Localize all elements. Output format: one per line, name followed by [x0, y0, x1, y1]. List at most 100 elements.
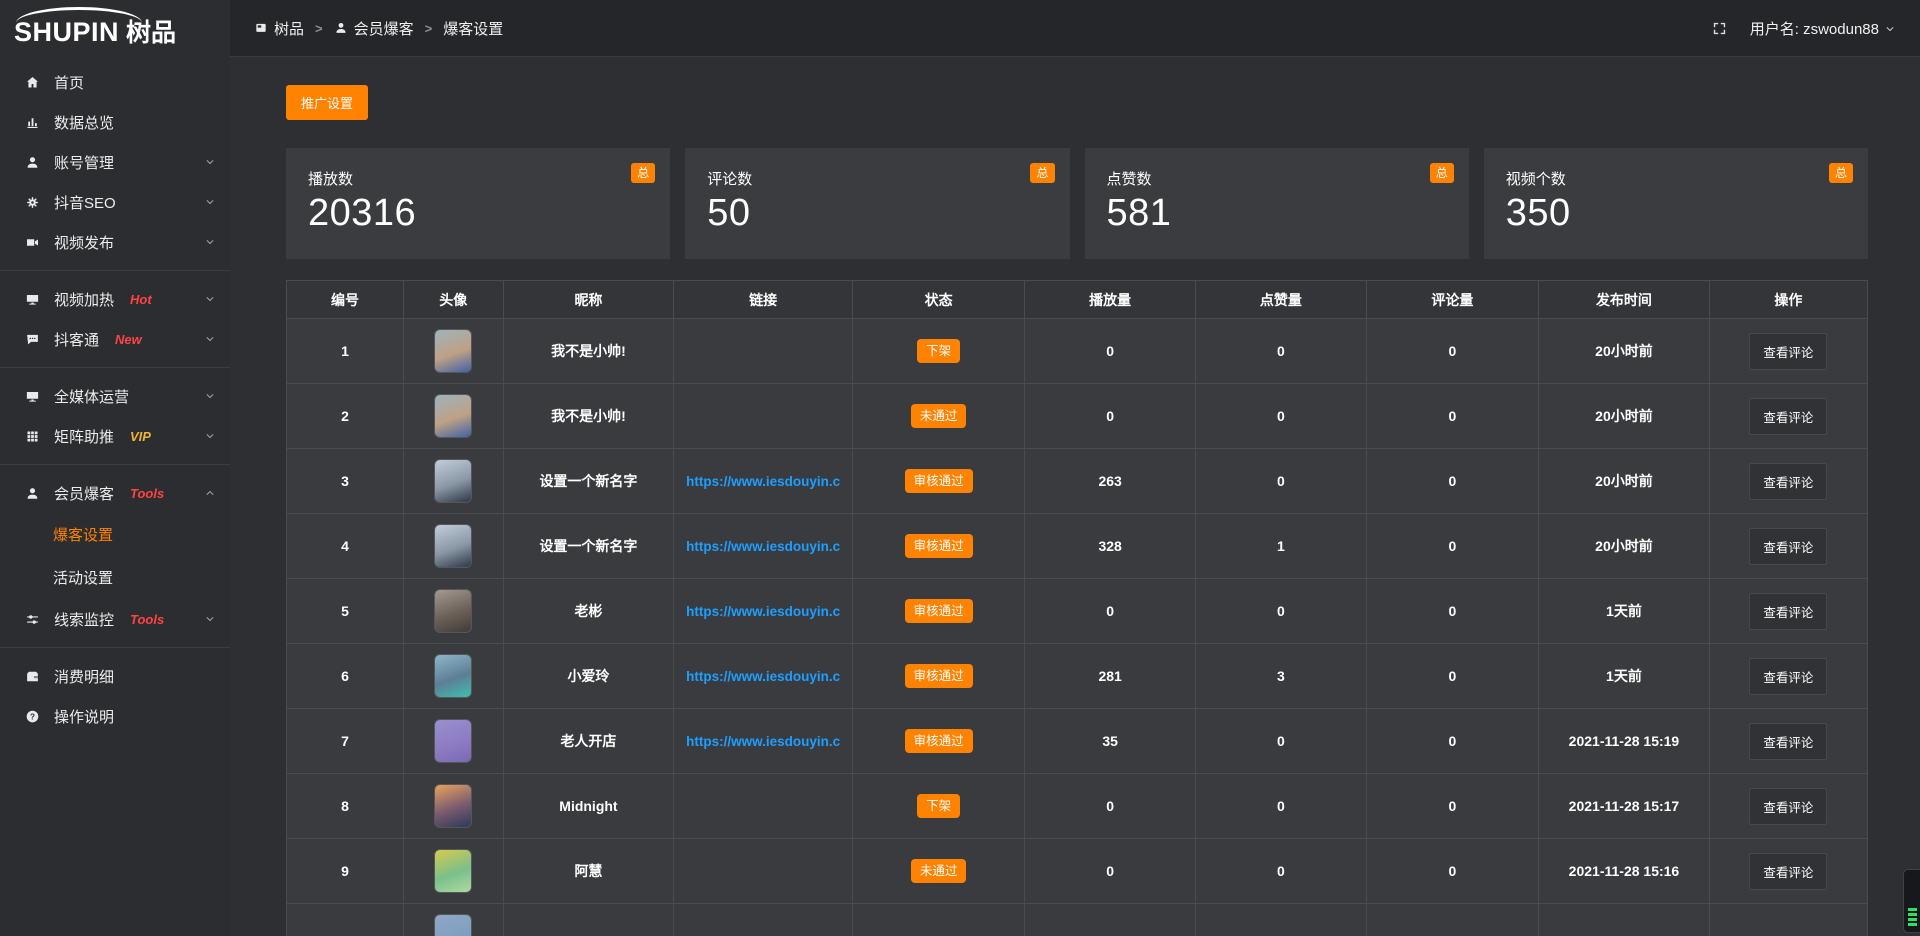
avatar-cell: [403, 774, 503, 839]
breadcrumb-item-爆客设置[interactable]: 爆客设置: [443, 18, 503, 39]
comment-count-cell: [1366, 904, 1538, 936]
chevron-down-icon: [204, 613, 216, 625]
publish-time-cell: 20小时前: [1539, 319, 1710, 384]
gear-icon: [25, 195, 40, 210]
floating-widget[interactable]: [1903, 869, 1920, 933]
sidebar-item-tag: Tools: [130, 486, 164, 501]
column-header-状态: 状态: [852, 281, 1024, 319]
avatar: [434, 784, 472, 828]
sidebar-subitem-爆客设置[interactable]: 爆客设置: [0, 513, 230, 556]
sidebar-item-数据总览[interactable]: 数据总览: [0, 102, 230, 142]
like-count-cell: 0: [1196, 319, 1367, 384]
chevron-down-icon: [204, 390, 216, 402]
sidebar-divider: [0, 367, 230, 368]
view-comments-button[interactable]: 查看评论: [1749, 593, 1827, 630]
action-cell: 查看评论: [1709, 709, 1867, 774]
publish-time-cell: 2021-11-28 15:17: [1539, 774, 1710, 839]
row-number-cell: 6: [287, 644, 404, 709]
sidebar-subitem-活动设置[interactable]: 活动设置: [0, 556, 230, 599]
user-icon: [334, 21, 348, 35]
action-cell: 查看评论: [1709, 579, 1867, 644]
nickname-cell: 我不是小帅!: [503, 384, 674, 449]
sidebar-item-抖客通[interactable]: 抖客通New: [0, 319, 230, 359]
sidebar-item-label: 矩阵助推: [54, 426, 114, 447]
row-number-cell: 3: [287, 449, 404, 514]
action-cell: 查看评论: [1709, 839, 1867, 904]
stat-card-评论数: 评论数50总: [685, 148, 1069, 259]
status-cell: 审核通过: [852, 449, 1024, 514]
avatar: [434, 914, 472, 936]
status-badge: 未通过: [911, 859, 967, 884]
status-cell: [852, 904, 1024, 936]
table-row: 7老人开店https://www.iesdouyin.c审核通过35002021…: [287, 709, 1868, 774]
view-comments-button[interactable]: 查看评论: [1749, 528, 1827, 565]
like-count-cell: [1196, 904, 1367, 936]
link-cell: https://www.iesdouyin.c: [674, 514, 853, 579]
status-cell: 下架: [852, 319, 1024, 384]
stat-card-播放数: 播放数20316总: [286, 148, 670, 259]
home-icon: [25, 75, 40, 90]
user-dropdown[interactable]: 用户名: zswodun88: [1750, 18, 1896, 39]
stat-card-label: 视频个数: [1506, 168, 1846, 189]
stat-card-label: 播放数: [308, 168, 648, 189]
status-badge: 审核通过: [905, 469, 973, 494]
view-comments-button[interactable]: 查看评论: [1749, 723, 1827, 760]
view-comments-button[interactable]: 查看评论: [1749, 788, 1827, 825]
grid-icon: [25, 429, 40, 444]
comment-count-cell: 0: [1366, 319, 1538, 384]
video-link[interactable]: https://www.iesdouyin.c: [674, 604, 852, 619]
row-number-cell: 8: [287, 774, 404, 839]
video-link[interactable]: https://www.iesdouyin.c: [674, 539, 852, 554]
breadcrumb-separator: >: [425, 21, 433, 36]
sidebar-item-线索监控[interactable]: 线索监控Tools: [0, 599, 230, 639]
member-table: 编号头像昵称链接状态播放量点赞量评论量发布时间操作1我不是小帅!下架00020小…: [286, 280, 1868, 936]
table-row: 8Midnight下架0002021-11-28 15:17查看评论: [287, 774, 1868, 839]
sidebar-item-视频加热[interactable]: 视频加热Hot: [0, 279, 230, 319]
view-comments-button[interactable]: 查看评论: [1749, 853, 1827, 890]
view-comments-button[interactable]: 查看评论: [1749, 333, 1827, 370]
bar-chart-icon: [25, 115, 40, 130]
sidebar-item-消费明细[interactable]: 消费明细: [0, 656, 230, 696]
sidebar-subitem-label: 活动设置: [53, 567, 113, 588]
breadcrumb-item-会员爆客[interactable]: 会员爆客: [334, 18, 414, 39]
avatar-cell: [403, 644, 503, 709]
view-comments-button[interactable]: 查看评论: [1749, 463, 1827, 500]
column-header-链接: 链接: [674, 281, 853, 319]
like-count-cell: 0: [1196, 709, 1367, 774]
sidebar-item-会员爆客[interactable]: 会员爆客Tools: [0, 473, 230, 513]
table-row: 4设置一个新名字https://www.iesdouyin.c审核通过32810…: [287, 514, 1868, 579]
video-link[interactable]: https://www.iesdouyin.c: [674, 734, 852, 749]
status-cell: 下架: [852, 774, 1024, 839]
view-comments-button[interactable]: 查看评论: [1749, 658, 1827, 695]
play-count-cell: 0: [1025, 579, 1196, 644]
nickname-cell: 老彬: [503, 579, 674, 644]
sidebar-item-label: 视频加热: [54, 289, 114, 310]
monitor-icon: [25, 389, 40, 404]
video-link[interactable]: https://www.iesdouyin.c: [674, 669, 852, 684]
app-logo[interactable]: SHUPIN 树品: [0, 0, 230, 52]
avatar: [434, 589, 472, 633]
status-badge: 审核通过: [905, 534, 973, 559]
stat-card-value: 50: [707, 192, 1047, 235]
sidebar-item-抖音SEO[interactable]: 抖音SEO: [0, 182, 230, 222]
member-icon: [25, 486, 40, 501]
breadcrumb-item-树品[interactable]: 树品: [254, 18, 304, 39]
link-cell: [674, 774, 853, 839]
fullscreen-button[interactable]: [1711, 20, 1728, 37]
stat-cards: 播放数20316总评论数50总点赞数581总视频个数350总: [286, 148, 1868, 259]
link-cell: https://www.iesdouyin.c: [674, 579, 853, 644]
sidebar-item-视频发布[interactable]: 视频发布: [0, 222, 230, 262]
sidebar-item-首页[interactable]: 首页: [0, 62, 230, 102]
view-comments-button[interactable]: 查看评论: [1749, 398, 1827, 435]
sidebar-item-操作说明[interactable]: ?操作说明: [0, 696, 230, 736]
sidebar-item-label: 消费明细: [54, 666, 114, 687]
sidebar-item-全媒体运营[interactable]: 全媒体运营: [0, 376, 230, 416]
video-link[interactable]: https://www.iesdouyin.c: [674, 474, 852, 489]
sidebar-item-矩阵助推[interactable]: 矩阵助推VIP: [0, 416, 230, 456]
chevron-down-icon: [1884, 22, 1896, 34]
like-count-cell: 0: [1196, 579, 1367, 644]
topbar-right: 用户名: zswodun88: [1711, 18, 1896, 39]
dashboard-icon: [254, 21, 268, 35]
sidebar-item-账号管理[interactable]: 账号管理: [0, 142, 230, 182]
promotion-settings-button[interactable]: 推广设置: [286, 85, 368, 120]
